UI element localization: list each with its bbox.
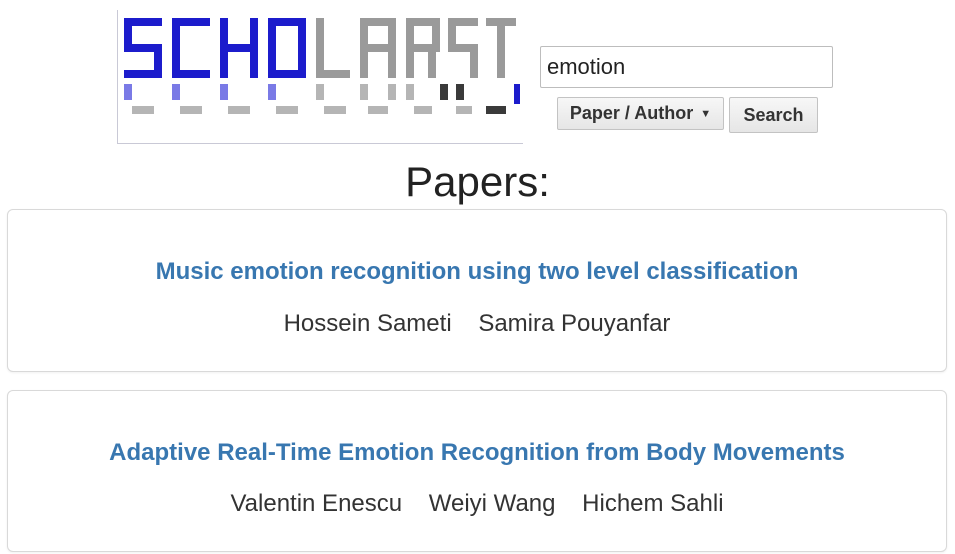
paper-title-link[interactable]: Music emotion recognition using two leve… bbox=[8, 258, 946, 286]
paper-card: Music emotion recognition using two leve… bbox=[7, 209, 947, 372]
paper-author-select[interactable]: Paper / Author ▼ bbox=[557, 97, 724, 130]
search-input[interactable] bbox=[540, 46, 833, 88]
author-link[interactable]: Valentin Enescu bbox=[230, 490, 402, 517]
search-button-label: Search bbox=[743, 104, 804, 125]
paper-authors: Valentin Enescu Weiyi Wang Hichem Sahli bbox=[8, 490, 946, 518]
author-link[interactable]: Hichem Sahli bbox=[582, 490, 723, 517]
paper-authors: Hossein Sameti Samira Pouyanfar bbox=[8, 310, 946, 338]
author-link[interactable]: Weiyi Wang bbox=[429, 490, 556, 517]
logo-graphic bbox=[124, 18, 520, 114]
author-link[interactable]: Hossein Sameti bbox=[284, 310, 452, 337]
author-link[interactable]: Samira Pouyanfar bbox=[478, 310, 670, 337]
section-title: Papers: bbox=[405, 158, 550, 205]
dropdown-caret-icon: ▼ bbox=[700, 107, 712, 120]
site-logo[interactable] bbox=[117, 10, 523, 144]
paper-title-link[interactable]: Adaptive Real-Time Emotion Recognition f… bbox=[8, 439, 946, 467]
select-label: Paper / Author bbox=[569, 103, 694, 123]
search-button[interactable]: Search bbox=[729, 97, 818, 133]
paper-card: Adaptive Real-Time Emotion Recognition f… bbox=[7, 390, 947, 552]
header: Paper / Author ▼ Search bbox=[0, 0, 955, 150]
